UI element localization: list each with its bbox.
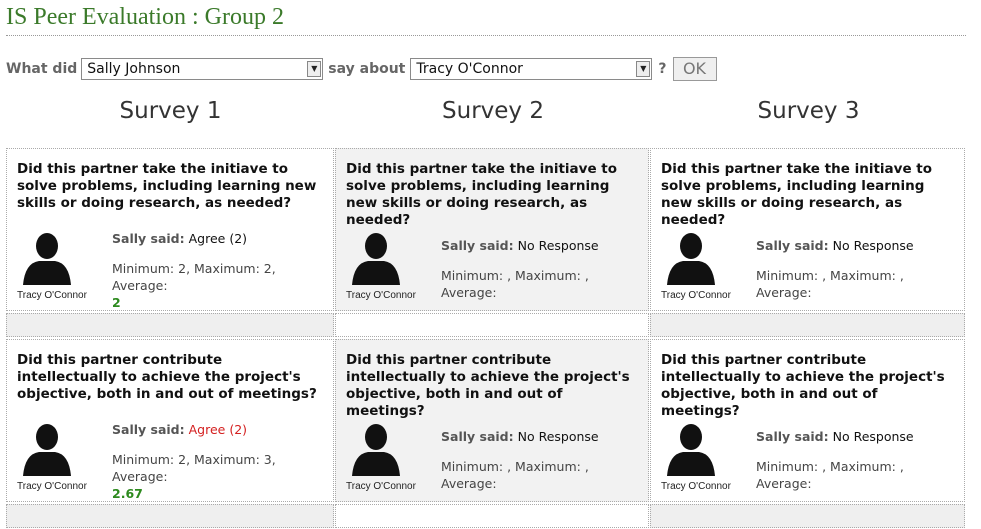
person-silhouette-icon: [667, 424, 715, 476]
response-cell: Did this partner take the initiave to so…: [650, 148, 965, 311]
survey-headings: Survey 1 Survey 2 Survey 3: [6, 98, 966, 124]
average-value: 2: [112, 295, 121, 310]
stats-text: Minimum: , Maximum: , Average:: [441, 268, 589, 300]
said-value: Agree (2): [188, 422, 248, 437]
person-silhouette-icon: [23, 233, 71, 285]
said-label: Sally said:: [112, 231, 185, 246]
said-line: Sally said: Agree (2): [112, 231, 247, 246]
ok-button[interactable]: OK: [672, 56, 717, 81]
survey-1-heading: Survey 1: [119, 98, 222, 124]
spacer-cell: [6, 504, 334, 528]
survey-2-heading: Survey 2: [442, 98, 544, 124]
chevron-down-icon[interactable]: ▼: [636, 60, 651, 77]
question-text: Did this partner take the initiave to so…: [661, 161, 933, 228]
question-mark-label: ?: [658, 60, 667, 77]
said-line: Sally said: Agree (2): [112, 422, 247, 437]
reviewer-select[interactable]: Sally Johnson ▼: [81, 57, 324, 80]
person-silhouette-icon: [352, 424, 400, 476]
response-cell: Did this partner contribute intellectual…: [650, 339, 965, 502]
avatar-caption: Tracy O'Connor: [661, 481, 731, 492]
said-line: Sally said: No Response: [441, 429, 599, 444]
title-divider: [6, 35, 966, 36]
response-cell: Did this partner contribute intellectual…: [335, 339, 649, 502]
question-text: Did this partner take the initiave to so…: [17, 161, 317, 211]
subject-select-value: Tracy O'Connor: [416, 60, 523, 77]
reviewer-select-value: Sally Johnson: [87, 60, 181, 77]
said-value: No Response: [832, 429, 914, 444]
question-text: Did this partner contribute intellectual…: [17, 352, 317, 402]
what-did-label: What did: [6, 60, 78, 77]
spacer-row: [6, 504, 966, 528]
avatar-caption: Tracy O'Connor: [17, 481, 87, 492]
spacer-cell: [6, 313, 334, 337]
page-title: IS Peer Evaluation : Group 2: [6, 4, 284, 30]
stats-text: Minimum: , Maximum: , Average:: [756, 268, 904, 300]
survey-3-heading: Survey 3: [757, 98, 860, 124]
stats-text: Minimum: 2, Maximum: 3, Average:: [112, 452, 276, 484]
stats-text: Minimum: 2, Maximum: 2, Average:: [112, 261, 276, 293]
avatar-caption: Tracy O'Connor: [17, 290, 87, 301]
said-label: Sally said:: [112, 422, 185, 437]
said-line: Sally said: No Response: [441, 238, 599, 253]
spacer-row: [6, 313, 966, 337]
question-text: Did this partner take the initiave to so…: [346, 161, 618, 228]
question-text: Did this partner contribute intellectual…: [661, 352, 945, 419]
spacer-cell: [650, 313, 965, 337]
stats-line: Minimum: , Maximum: , Average:: [756, 267, 961, 301]
said-value: No Response: [517, 238, 599, 253]
stats-line: Minimum: , Maximum: , Average:: [441, 267, 646, 301]
said-value: No Response: [832, 238, 914, 253]
avatar-caption: Tracy O'Connor: [346, 481, 416, 492]
say-about-label: say about: [328, 60, 406, 77]
stats-line: Minimum: 2, Maximum: 3, Average: 2.67: [112, 451, 322, 502]
said-value: Agree (2): [188, 231, 248, 246]
avatar-caption: Tracy O'Connor: [346, 290, 416, 301]
person-silhouette-icon: [352, 233, 400, 285]
stats-line: Minimum: , Maximum: , Average:: [756, 458, 961, 492]
subject-select[interactable]: Tracy O'Connor ▼: [410, 57, 653, 80]
said-label: Sally said:: [441, 238, 514, 253]
question-text: Did this partner contribute intellectual…: [346, 352, 630, 419]
chevron-down-icon[interactable]: ▼: [307, 60, 322, 77]
stats-line: Minimum: 2, Maximum: 2, Average: 2: [112, 260, 322, 311]
said-label: Sally said:: [756, 429, 829, 444]
stats-line: Minimum: , Maximum: , Average:: [441, 458, 646, 492]
spacer-cell: [650, 504, 965, 528]
person-silhouette-icon: [23, 424, 71, 476]
spacer-cell: [335, 504, 649, 528]
said-label: Sally said:: [756, 238, 829, 253]
avatar-caption: Tracy O'Connor: [661, 290, 731, 301]
average-value: 2.67: [112, 486, 143, 501]
said-label: Sally said:: [441, 429, 514, 444]
question-row: Did this partner contribute intellectual…: [6, 339, 966, 502]
question-row: Did this partner take the initiave to so…: [6, 148, 966, 311]
person-silhouette-icon: [667, 233, 715, 285]
response-cell: Did this partner contribute intellectual…: [6, 339, 334, 502]
filter-bar: What did Sally Johnson ▼ say about Tracy…: [6, 56, 717, 81]
said-line: Sally said: No Response: [756, 429, 914, 444]
response-cell: Did this partner take the initiave to so…: [6, 148, 334, 311]
said-line: Sally said: No Response: [756, 238, 914, 253]
spacer-cell: [335, 313, 649, 337]
stats-text: Minimum: , Maximum: , Average:: [756, 459, 904, 491]
evaluation-grid: Did this partner take the initiave to so…: [6, 148, 966, 528]
response-cell: Did this partner take the initiave to so…: [335, 148, 649, 311]
stats-text: Minimum: , Maximum: , Average:: [441, 459, 589, 491]
said-value: No Response: [517, 429, 599, 444]
